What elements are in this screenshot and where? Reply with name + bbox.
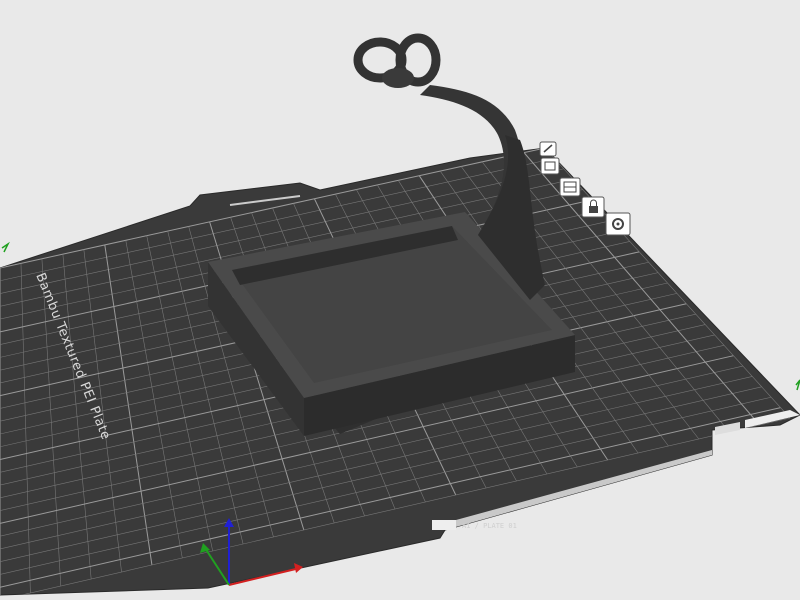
auto-orient-icon	[540, 157, 560, 175]
hook-base	[382, 68, 414, 88]
edit-button[interactable]	[539, 141, 557, 157]
left-edge-marker	[1, 241, 10, 253]
arrange-button[interactable]	[559, 177, 581, 197]
auto-orient-button[interactable]	[540, 157, 560, 175]
plate-footer-text: A1 / PLATE 01	[462, 522, 517, 530]
settings-button[interactable]	[605, 212, 631, 236]
plate-index-icon	[432, 520, 456, 530]
3d-viewport[interactable]: Bambu Textured PEI Plate A1 / PLATE 01	[0, 0, 800, 600]
lock-button[interactable]	[581, 196, 605, 218]
right-edge-marker	[795, 379, 800, 391]
